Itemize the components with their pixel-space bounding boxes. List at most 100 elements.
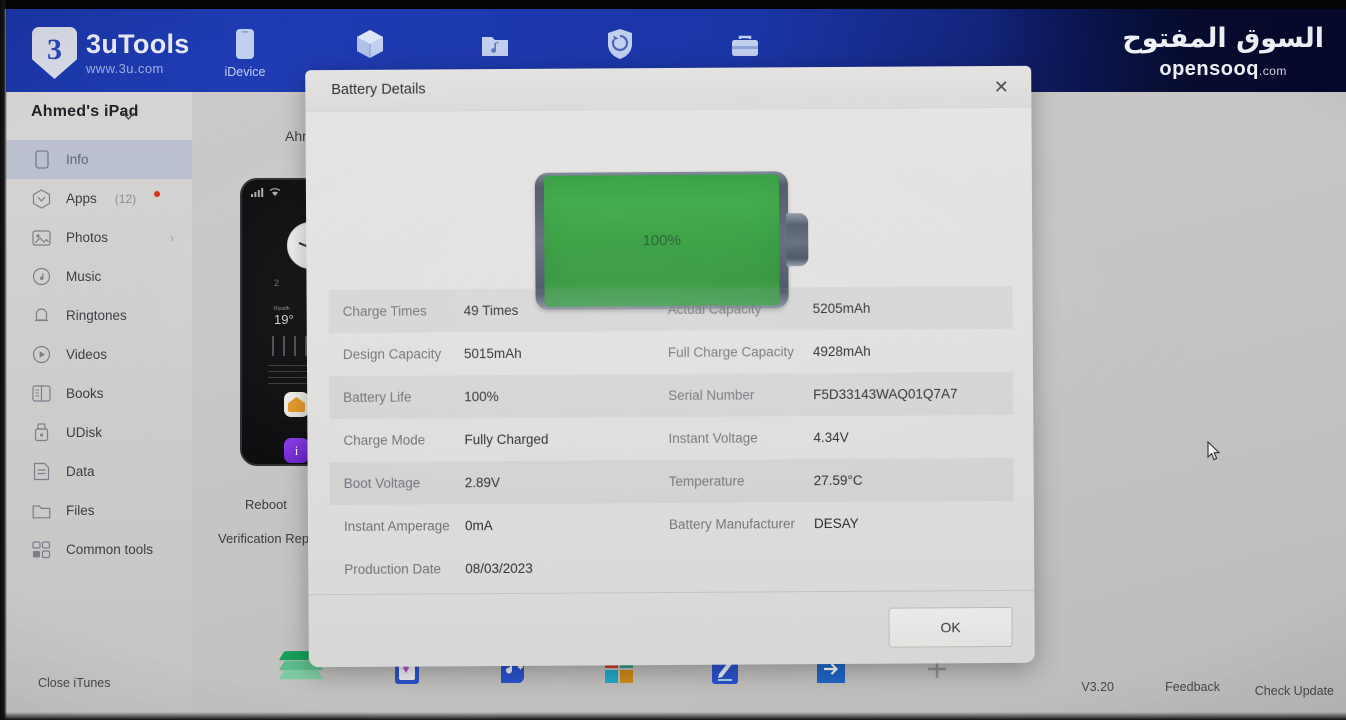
feedback-button[interactable]: Feedback: [1165, 680, 1220, 694]
check-update-button[interactable]: Check Update: [1255, 684, 1334, 698]
row-value-2: 4.34V: [813, 429, 849, 446]
battery-details-dialog: Battery Details ✕ 100% Charge Times 49 T…: [305, 65, 1035, 668]
close-icon[interactable]: ✕: [987, 74, 1015, 100]
row-value-2: 27.59°C: [813, 472, 863, 489]
logo-title: 3uTools: [86, 29, 190, 59]
sidebar-label-files: Files: [66, 503, 95, 518]
row-key: Boot Voltage: [343, 475, 421, 491]
row-value: 49 Times: [463, 302, 519, 319]
weather-temp: 19°: [274, 312, 294, 327]
info-app-icon: [284, 438, 309, 463]
sidebar-label-udisk: UDisk: [66, 425, 102, 440]
sidebar-item-ringtones[interactable]: Ringtones: [6, 296, 192, 335]
data-icon: [31, 461, 52, 482]
row-value: 2.89V: [464, 475, 501, 491]
ok-button[interactable]: OK: [888, 606, 1013, 648]
version-label: V3.20: [1081, 680, 1114, 694]
sidebar-label-apps: Apps: [66, 191, 97, 206]
row-key: Charge Times: [342, 303, 427, 319]
sidebar-label-books: Books: [66, 386, 104, 401]
sidebar-item-files[interactable]: Files: [6, 491, 192, 530]
sidebar-item-data[interactable]: Data: [6, 452, 192, 491]
sidebar-item-books[interactable]: Books: [6, 374, 192, 413]
close-itunes-button[interactable]: Close iTunes: [38, 676, 111, 690]
logo-mark-text: 3: [47, 33, 62, 66]
shield-logo-icon: 3: [32, 27, 77, 79]
bottom-status-bar: Close iTunes V3.20 Feedback Check Update: [6, 668, 1346, 712]
logo-subtitle: www.3u.com: [86, 61, 164, 76]
watermark-latin-text: opensooq.com: [1122, 59, 1324, 79]
app-logo: 3 3uTools www.3u.com: [32, 27, 190, 79]
row-value: 100%: [464, 389, 499, 405]
table-row: Production Date 08/03/2023: [330, 544, 1014, 591]
row-key: Instant Amperage: [343, 518, 450, 534]
sidebar-item-videos[interactable]: Videos: [6, 335, 192, 374]
dialog-title: Battery Details: [331, 81, 426, 99]
opensooq-watermark: السوق المفتوح opensooq.com: [1122, 25, 1324, 79]
bezel-top: [0, 0, 1346, 9]
table-row: Instant Amperage 0mA Battery Manufacture…: [330, 501, 1014, 548]
row-value: 08/03/2023: [465, 560, 533, 577]
sidebar-item-list: Info Apps (12) Photos › Music Ringtones …: [6, 140, 192, 569]
bezel-bottom: [0, 712, 1346, 720]
row-key: Production Date: [344, 561, 442, 577]
sidebar-label-common-tools: Common tools: [66, 542, 154, 557]
sidebar-apps-count: (12): [114, 191, 137, 206]
table-row: Charge Mode Fully Charged Instant Voltag…: [329, 415, 1013, 462]
row-key-2: [669, 567, 814, 568]
sidebar-item-info[interactable]: Info: [6, 140, 192, 179]
row-value: Fully Charged: [464, 431, 549, 448]
verification-report-label[interactable]: Verification Repo: [218, 531, 316, 546]
row-key-2: Instant Voltage: [668, 430, 758, 447]
battery-terminal-cap: [786, 213, 809, 267]
row-key-2: Battery Manufacturer: [668, 516, 796, 533]
home-app-icon: [284, 392, 309, 417]
battery-graphic-area: 100%: [305, 108, 1032, 310]
row-key: Design Capacity: [342, 346, 442, 362]
row-value-2: DESAY: [813, 515, 859, 532]
shield-refresh-icon: [606, 26, 634, 60]
table-row: Boot Voltage 2.89V Temperature 27.59°C: [329, 457, 1014, 506]
sidebar-item-udisk[interactable]: UDisk: [6, 413, 192, 452]
chevron-down-icon[interactable]: [122, 108, 135, 126]
watermark-brand: opensooq: [1159, 58, 1259, 80]
battery-percent-label: 100%: [642, 231, 681, 250]
sidebar-item-common-tools[interactable]: Common tools: [6, 530, 192, 569]
dialog-footer: OK: [308, 589, 1035, 668]
bezel-left: [0, 0, 7, 720]
grid-icon: [31, 539, 52, 560]
table-row: Charge Times 49 Times Actual Capacity 52…: [328, 285, 1013, 334]
weather-widget: Riyadh 19°: [274, 306, 294, 327]
watermark-tld: .com: [1258, 64, 1287, 78]
bell-icon: [31, 305, 52, 326]
nav-item-idevice[interactable]: iDevice: [211, 26, 279, 79]
notification-badge-dot: [154, 191, 161, 197]
sidebar-label-photos: Photos: [66, 230, 109, 245]
sidebar-label-videos: Videos: [66, 347, 108, 362]
row-key-2: Temperature: [668, 473, 745, 490]
row-value: 0mA: [464, 518, 493, 534]
chevron-right-icon: ›: [170, 230, 174, 245]
row-value: 5015mAh: [463, 345, 522, 362]
row-value-2: F5D33143WAQ01Q7A7: [813, 386, 958, 403]
sidebar-item-music[interactable]: Music: [6, 257, 192, 296]
sidebar-label-ringtones: Ringtones: [66, 308, 127, 323]
row-key-2: Full Charge Capacity: [667, 344, 795, 361]
row-key-2: Actual Capacity: [667, 301, 762, 318]
watermark-arabic-text: السوق المفتوح: [1122, 23, 1324, 54]
iphone-icon: [235, 26, 255, 60]
reboot-label[interactable]: Reboot: [245, 497, 287, 512]
books-icon: [31, 383, 52, 404]
battery-details-table: Charge Times 49 Times Actual Capacity 52…: [328, 285, 1015, 591]
device-status-bar: [251, 188, 281, 197]
device-icon: [31, 149, 52, 170]
folder-icon: [31, 500, 52, 521]
music-icon: [31, 266, 52, 287]
sidebar-item-apps[interactable]: Apps (12): [6, 179, 192, 218]
toolbox-icon: [730, 26, 760, 60]
sidebar-item-photos[interactable]: Photos ›: [6, 218, 192, 257]
table-row: Design Capacity 5015mAh Full Charge Capa…: [329, 329, 1013, 376]
row-key: Battery Life: [343, 389, 412, 405]
table-row: Battery Life 100% Serial Number F5D33143…: [329, 371, 1014, 420]
sidebar-label-info: Info: [66, 152, 89, 167]
